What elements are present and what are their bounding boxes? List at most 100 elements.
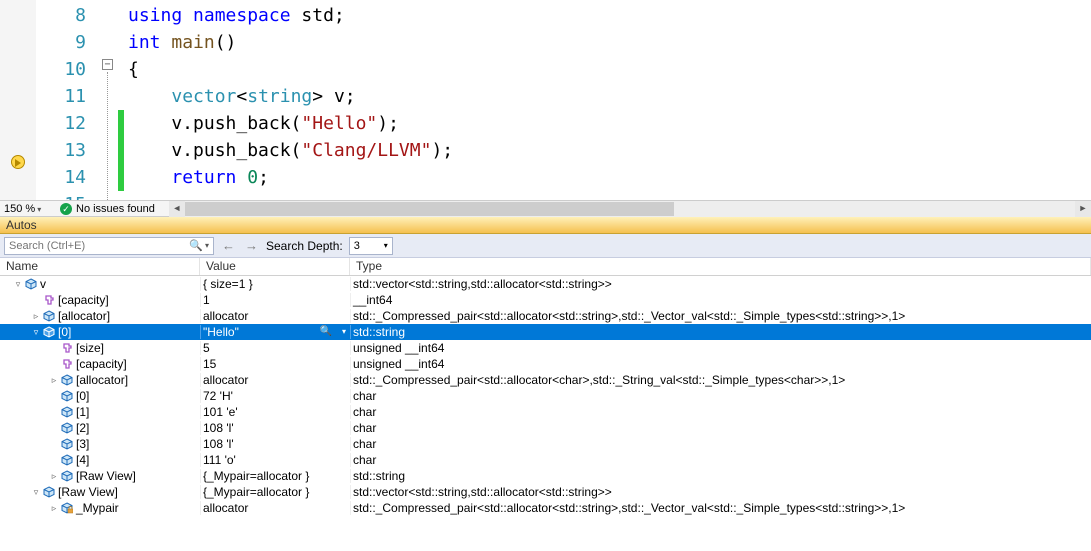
- variable-value[interactable]: 1: [200, 293, 350, 307]
- line-number: 13: [36, 137, 86, 164]
- table-row[interactable]: ▹[1]101 'e'char: [0, 404, 1091, 420]
- : ▹: [48, 407, 60, 418]
- code-editor[interactable]: 89101112131415 − using namespace std;int…: [0, 0, 1091, 200]
- back-button: ←: [220, 238, 237, 253]
- table-row[interactable]: ▹[allocator]allocatorstd::_Compressed_pa…: [0, 372, 1091, 388]
- variable-type: char: [350, 437, 1091, 451]
- visualizer-icon[interactable]: 🔍: [320, 326, 332, 337]
- : ▹: [48, 391, 60, 402]
- variable-type: char: [350, 405, 1091, 419]
- variable-value[interactable]: 111 'o': [200, 453, 350, 467]
- variable-icon: [60, 389, 74, 403]
- line-number: 12: [36, 110, 86, 137]
- variable-type: char: [350, 453, 1091, 467]
- variable-value[interactable]: 108 'l': [200, 437, 350, 451]
- scroll-left-arrow-icon[interactable]: ◄: [169, 201, 185, 217]
- column-header-type[interactable]: Type: [350, 258, 1091, 275]
- table-row[interactable]: ▹[allocator]allocatorstd::_Compressed_pa…: [0, 308, 1091, 324]
- execution-pointer-icon: [11, 155, 25, 169]
- scroll-track[interactable]: [185, 201, 1075, 217]
- autos-grid[interactable]: ▿v{ size=1 }std::vector<std::string,std:…: [0, 276, 1091, 551]
- variable-value[interactable]: 15: [200, 357, 350, 371]
- expand-collapse-icon[interactable]: ▿: [12, 279, 24, 290]
- expand-collapse-icon[interactable]: ▹: [48, 375, 60, 386]
- table-row[interactable]: ▿v{ size=1 }std::vector<std::string,std:…: [0, 276, 1091, 292]
- variable-value[interactable]: { size=1 }: [200, 277, 350, 291]
- table-row[interactable]: ▹ [capacity] 15unsigned __int64: [0, 356, 1091, 372]
- chevron-down-icon[interactable]: ▾: [342, 327, 346, 336]
- table-row[interactable]: ▿[0]"Hello"🔍▾std::string: [0, 324, 1091, 340]
- table-row[interactable]: ▹[0]72 'H'char: [0, 388, 1091, 404]
- table-row[interactable]: ▹ [Raw View] {_Mypair=allocator }std::stri…: [0, 468, 1091, 484]
- variable-icon: [42, 485, 56, 499]
- line-number: 11: [36, 83, 86, 110]
- variable-name: [Raw View]: [76, 469, 136, 483]
- : ▹: [48, 423, 60, 434]
- table-row[interactable]: ▹[2]108 'l'char: [0, 420, 1091, 436]
- horizontal-scrollbar[interactable]: ◄ ►: [169, 201, 1091, 217]
- scroll-right-arrow-icon[interactable]: ►: [1075, 201, 1091, 217]
- variable-value[interactable]: allocator: [200, 309, 350, 323]
- zoom-value: 150 %: [4, 203, 35, 215]
- variable-type: unsigned __int64: [350, 357, 1091, 371]
- table-row[interactable]: ▹[4]111 'o'char: [0, 452, 1091, 468]
- code-area[interactable]: using namespace std;int main(){ vector<s…: [124, 0, 1091, 200]
- variable-icon: [60, 421, 74, 435]
- search-icon[interactable]: 🔍: [189, 239, 203, 252]
- variable-value[interactable]: allocator: [200, 373, 350, 387]
- private-field-icon: [60, 501, 74, 515]
- variable-icon: [60, 453, 74, 467]
- search-input[interactable]: [9, 240, 189, 252]
- table-row[interactable]: ▿[Raw View]{_Mypair=allocator }std::vect…: [0, 484, 1091, 500]
- variable-type: unsigned __int64: [350, 341, 1091, 355]
- code-line[interactable]: int main(): [128, 29, 1091, 56]
- code-line[interactable]: {: [128, 56, 1091, 83]
- fold-toggle-icon[interactable]: −: [102, 59, 113, 70]
- variable-type: std::vector<std::string,std::allocator<s…: [350, 277, 1091, 291]
- variable-value[interactable]: {_Mypair=allocator }: [200, 469, 350, 483]
- variable-name: [capacity]: [76, 357, 127, 371]
- variable-type: char: [350, 421, 1091, 435]
- variable-type: std::string: [350, 469, 1091, 483]
- code-line[interactable]: return 0;: [128, 164, 1091, 191]
- search-box[interactable]: 🔍▾: [4, 237, 214, 255]
- variable-value[interactable]: 108 'l': [200, 421, 350, 435]
- table-row[interactable]: ▹[size]5unsigned __int64: [0, 340, 1091, 356]
- table-row[interactable]: ▹[capacity]1__int64: [0, 292, 1091, 308]
- column-header-value[interactable]: Value: [200, 258, 350, 275]
- grid-header[interactable]: Name Value Type: [0, 258, 1091, 276]
- expand-collapse-icon[interactable]: ▹: [48, 471, 60, 482]
- code-line[interactable]: v.push_back("Hello");: [128, 110, 1091, 137]
- variable-type: std::string: [350, 325, 1091, 339]
- code-line[interactable]: v.push_back("Clang/LLVM");: [128, 137, 1091, 164]
- variable-name: [size]: [76, 341, 104, 355]
- expand-collapse-icon[interactable]: ▹: [48, 503, 60, 514]
- zoom-dropdown[interactable]: 150 %▾: [0, 203, 52, 215]
- variable-icon: [60, 469, 74, 483]
- code-line[interactable]: using namespace std;: [128, 2, 1091, 29]
- variable-value[interactable]: "Hello"🔍▾: [200, 325, 350, 339]
- variable-icon: [42, 309, 56, 323]
- variable-value[interactable]: 101 'e': [200, 405, 350, 419]
- table-row[interactable]: ▹[3]108 'l'char: [0, 436, 1091, 452]
- fold-line: [107, 72, 108, 200]
- chevron-down-icon[interactable]: ▾: [205, 241, 209, 250]
- table-row[interactable]: ▹_Mypairallocatorstd::_Compressed_pair<s…: [0, 500, 1091, 516]
- variable-value[interactable]: 5: [200, 341, 350, 355]
- expand-collapse-icon[interactable]: ▿: [30, 487, 42, 498]
- code-line[interactable]: vector<string> v;: [128, 83, 1091, 110]
- search-depth-dropdown[interactable]: 3 ▾: [349, 237, 393, 255]
- column-header-name[interactable]: Name: [0, 258, 200, 275]
- expand-collapse-icon[interactable]: ▹: [30, 311, 42, 322]
- breakpoint-gutter[interactable]: [0, 0, 36, 200]
- : ▹: [48, 359, 60, 370]
- scroll-thumb[interactable]: [185, 202, 675, 216]
- variable-value[interactable]: {_Mypair=allocator }: [200, 485, 350, 499]
- check-icon: ✓: [60, 203, 72, 215]
- expand-collapse-icon[interactable]: ▿: [30, 327, 42, 338]
- variable-icon: [60, 405, 74, 419]
- variable-value[interactable]: 72 'H': [200, 389, 350, 403]
- fold-gutter[interactable]: −: [100, 0, 118, 200]
- property-icon: [60, 341, 74, 355]
- variable-value[interactable]: allocator: [200, 501, 350, 515]
